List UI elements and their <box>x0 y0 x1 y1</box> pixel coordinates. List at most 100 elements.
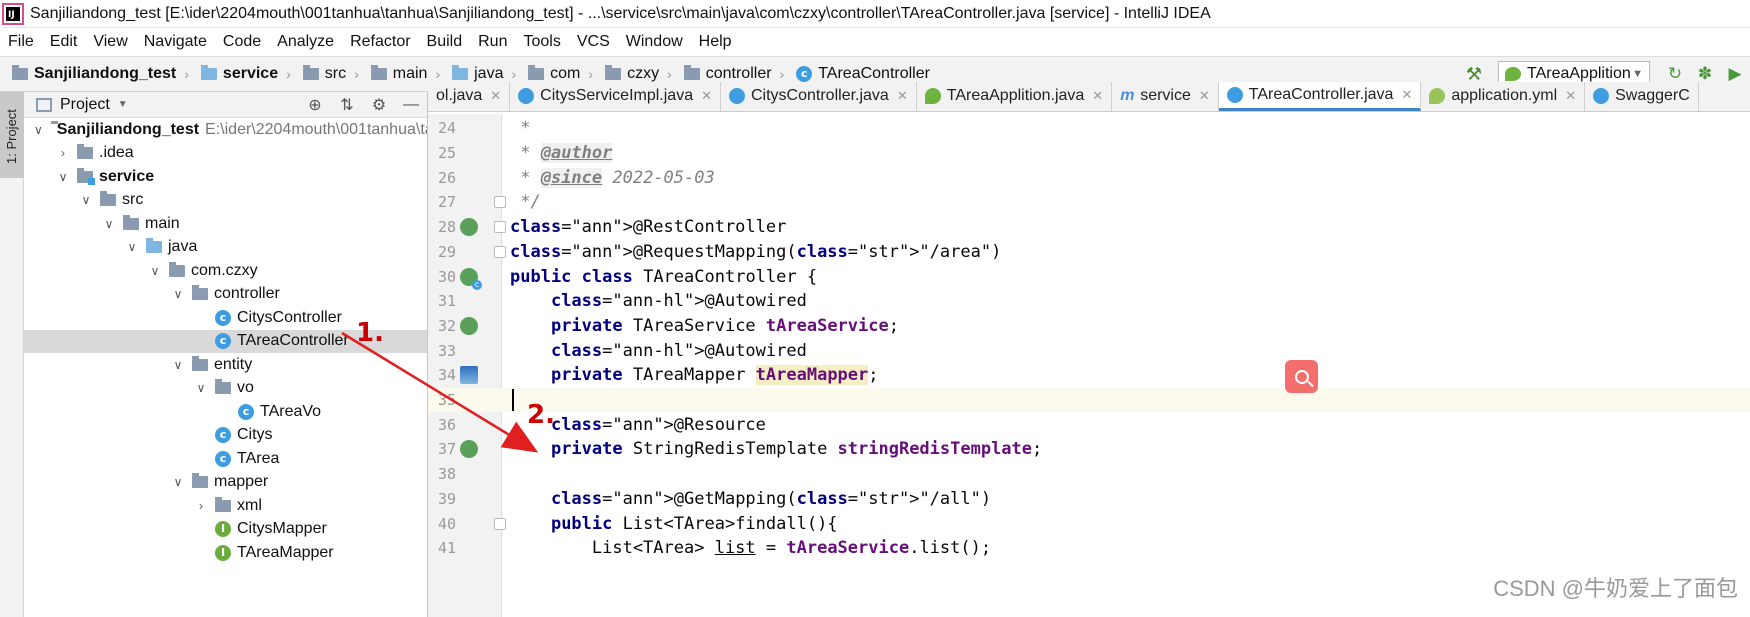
project-tree-item[interactable]: ›ITAreaMapper <box>24 541 427 565</box>
project-tree-item[interactable]: ›cCitys <box>24 424 427 448</box>
fold-marker-icon[interactable] <box>494 196 506 209</box>
spring-bean-icon[interactable] <box>460 267 482 290</box>
locate-target-icon[interactable]: ⊕ <box>303 95 327 115</box>
project-tree-item[interactable]: ∨ java <box>24 236 427 260</box>
breadcrumb-item[interactable]: src › <box>291 65 359 83</box>
menu-file[interactable]: File <box>0 33 42 51</box>
code-line[interactable]: 32 private TAreaService tAreaService; <box>428 314 1750 339</box>
menu-window[interactable]: Window <box>618 33 691 51</box>
editor-tab[interactable]: SwaggerC <box>1585 82 1699 111</box>
breadcrumb-item[interactable]: czxy › <box>593 65 672 83</box>
code-line[interactable]: 38 <box>428 462 1750 487</box>
code-line[interactable]: 35 <box>428 387 1750 413</box>
menu-edit[interactable]: Edit <box>42 33 86 51</box>
editor-tab[interactable]: CitysController.java ✕ <box>721 82 917 111</box>
chevron-down-icon[interactable]: ∨ <box>195 381 207 395</box>
project-tool-window-tab[interactable]: 1: Project <box>0 92 24 178</box>
chevron-down-icon[interactable]: ∨ <box>126 240 138 254</box>
chevron-down-icon[interactable]: ∨ <box>103 217 115 231</box>
code-line[interactable]: 34 private TAreaMapper tAreaMapper; <box>428 363 1750 388</box>
editor-tab[interactable]: ol.java ✕ <box>428 82 511 111</box>
close-tab-icon[interactable]: ✕ <box>1199 88 1210 104</box>
menu-run[interactable]: Run <box>470 33 515 51</box>
chevron-down-icon[interactable]: ∨ <box>172 358 184 372</box>
code-line[interactable]: 24 * <box>428 116 1750 141</box>
project-tree-item[interactable]: › .idea <box>24 142 427 166</box>
project-tree-item[interactable]: ∨ mapper <box>24 471 427 495</box>
project-tree-item[interactable]: ›cTArea <box>24 447 427 471</box>
close-tab-icon[interactable]: ✕ <box>1565 88 1576 104</box>
chevron-down-icon[interactable]: ∨ <box>172 475 184 489</box>
project-tree-item[interactable]: ∨ vo <box>24 377 427 401</box>
chevron-down-icon[interactable]: ∨ <box>80 193 92 207</box>
fold-marker-icon[interactable] <box>494 221 506 234</box>
code-line[interactable]: 25 * @author <box>428 141 1750 166</box>
collapse-all-icon[interactable]: ⇅ <box>335 95 359 115</box>
chevron-down-icon[interactable]: ∨ <box>172 287 184 301</box>
fold-marker-icon[interactable] <box>494 517 506 530</box>
code-line[interactable]: 39 class="ann">@GetMapping(class="str">"… <box>428 487 1750 512</box>
floating-search-button[interactable] <box>1285 360 1318 393</box>
project-tree-item[interactable]: ∨ Sanjiliandong_test E:\ider\2204mouth\001… <box>24 118 427 142</box>
chevron-down-icon[interactable]: ∨ <box>149 264 161 278</box>
minimize-icon[interactable]: — <box>399 96 423 114</box>
breadcrumb-item[interactable]: Sanjiliandong_test › <box>0 65 189 83</box>
database-bean-icon[interactable] <box>460 366 478 385</box>
editor-tab[interactable]: TAreaApplition.java ✕ <box>917 82 1113 111</box>
code-line[interactable]: 30 public class TAreaController { <box>428 264 1750 290</box>
code-line[interactable]: 33 class="ann-hl">@Autowired <box>428 338 1750 363</box>
code-line[interactable]: 26 * @since 2022-05-03 <box>428 165 1750 190</box>
menu-help[interactable]: Help <box>691 33 740 51</box>
close-tab-icon[interactable]: ✕ <box>1401 87 1412 103</box>
project-tree-item[interactable]: ›ICitysMapper <box>24 518 427 542</box>
breadcrumb-item[interactable]: service › <box>189 65 291 83</box>
spring-bean-icon[interactable] <box>460 440 478 459</box>
code-line[interactable]: 29 class="ann">@RequestMapping(class="str… <box>428 240 1750 265</box>
breadcrumb-item[interactable]: controller › <box>672 65 784 83</box>
breadcrumb-item[interactable]: java › <box>440 65 516 83</box>
code-line[interactable]: 40 public List<TArea>findall(){ <box>428 511 1750 536</box>
menu-view[interactable]: View <box>85 33 135 51</box>
chevron-down-icon[interactable]: ∨ <box>34 123 43 137</box>
code-line[interactable]: 27 */ <box>428 190 1750 215</box>
close-tab-icon[interactable]: ✕ <box>1092 88 1103 104</box>
spring-bean-icon[interactable] <box>460 218 478 237</box>
project-tree-item[interactable]: ∨ service <box>24 165 427 189</box>
menu-code[interactable]: Code <box>215 33 269 51</box>
chevron-down-icon[interactable]: ▼ <box>118 99 128 110</box>
project-tree-item[interactable]: ›cTAreaVo <box>24 400 427 424</box>
menu-refactor[interactable]: Refactor <box>342 33 418 51</box>
editor-tab[interactable]: m service ✕ <box>1112 82 1219 111</box>
project-tree-item[interactable]: ∨ controller <box>24 283 427 307</box>
menu-analyze[interactable]: Analyze <box>269 33 342 51</box>
gear-icon[interactable]: ⚙ <box>367 95 391 115</box>
chevron-down-icon[interactable]: ∨ <box>57 170 69 184</box>
menu-tools[interactable]: Tools <box>515 33 568 51</box>
project-tree-item[interactable]: ∨ entity <box>24 353 427 377</box>
menu-build[interactable]: Build <box>419 33 471 51</box>
editor-tab[interactable]: application.yml ✕ <box>1421 82 1586 111</box>
code-line[interactable]: 36 class="ann">@Resource <box>428 412 1750 437</box>
code-line[interactable]: 37 private StringRedisTemplate stringRed… <box>428 437 1750 462</box>
project-tree-item[interactable]: ∨ com.czxy <box>24 259 427 283</box>
project-tree-item[interactable]: ∨ main <box>24 212 427 236</box>
breadcrumb-item[interactable]: main › <box>359 65 440 83</box>
menu-vcs[interactable]: VCS <box>569 33 618 51</box>
code-editor[interactable]: 24 * 25 * @author 26 * @since 2022-05-03 27… <box>428 114 1750 617</box>
chevron-right-icon[interactable]: › <box>195 499 207 513</box>
build-hammer-icon[interactable]: ⚒ <box>1464 64 1484 84</box>
project-panel-title[interactable]: Project <box>60 96 110 114</box>
close-tab-icon[interactable]: ✕ <box>897 88 908 104</box>
project-tree-item[interactable]: › xml <box>24 494 427 518</box>
editor-tab[interactable]: TAreaController.java ✕ <box>1218 82 1422 111</box>
fold-marker-icon[interactable] <box>494 245 506 258</box>
menu-navigate[interactable]: Navigate <box>136 33 215 51</box>
editor-tab[interactable]: CitysServiceImpl.java ✕ <box>510 82 721 111</box>
project-tree-item[interactable]: ∨ src <box>24 189 427 213</box>
close-tab-icon[interactable]: ✕ <box>701 88 712 104</box>
breadcrumb-item[interactable]: com › <box>516 65 593 83</box>
spring-bean-icon[interactable] <box>460 316 478 335</box>
code-line[interactable]: 28 class="ann">@RestController <box>428 215 1750 240</box>
close-tab-icon[interactable]: ✕ <box>490 88 501 104</box>
breadcrumb-item[interactable]: c TAreaController <box>784 65 930 83</box>
